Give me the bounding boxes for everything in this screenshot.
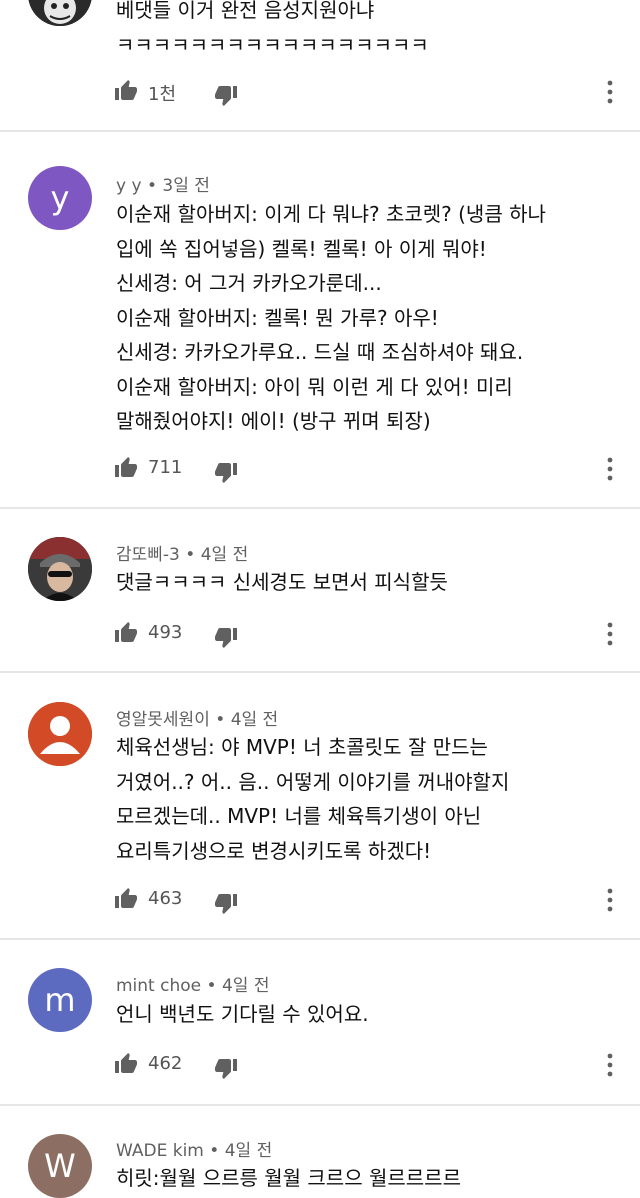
like-button[interactable] [114,456,138,480]
meta-separator: • [215,710,226,730]
more-vertical-icon [607,888,613,912]
comment-text: 히릿:월월 으르릉 월월 크르으 월르르르르 [116,1161,616,1196]
comment-time: 4일 전 [224,1141,273,1161]
comment-line: 베댓들 이거 완전 음성지원아냐 [116,0,375,22]
comment-text: 언니 백년도 기다릴 수 있어요. [116,997,616,1032]
comment-line: 신세경: 카카오가루요.. 드실 때 조심하셔야 돼요. [116,340,524,364]
comment-meta: 감또삐-3 • 4일 전 [116,540,248,565]
dislike-button[interactable] [214,891,238,915]
like-button[interactable] [114,887,138,911]
thumbs-up-icon [115,622,137,642]
comment-meta: WADE kim • 4일 전 [116,1136,272,1161]
comment-line: 모르겠는데.. MVP! 너를 체육특기생이 아닌 [116,804,482,828]
comment-actions: 493 [0,619,640,649]
like-count: 463 [148,888,183,909]
avatar[interactable]: m [28,968,92,1032]
thumbs-up-icon [115,1053,137,1073]
avatar[interactable] [28,702,92,766]
more-vertical-icon [607,80,613,104]
comment-text: 이순재 할아버지: 이게 다 뭐냐? 초코렛? (냉큼 하나 입에 쏙 집어넣음… [116,197,616,439]
default-user-icon [28,702,92,766]
comment-line: 댓글ㅋㅋㅋㅋ 신세경도 보면서 피식할듯 [116,570,448,594]
comment-line: 언니 백년도 기다릴 수 있어요. [116,1002,369,1026]
comment-line: 히릿:월월 으르릉 월월 크르으 월르르르르 [116,1166,461,1190]
like-count: 462 [148,1053,183,1074]
thumbs-up-icon [115,457,137,477]
author-name[interactable]: y y [116,176,142,196]
divider [0,507,640,509]
dislike-button[interactable] [214,83,238,107]
more-vertical-icon [607,622,613,646]
comment-meta: 영알못세원이 • 4일 전 [116,705,278,730]
dislike-button[interactable] [214,625,238,649]
dislike-button[interactable] [214,460,238,484]
comment-meta: mint choe • 4일 전 [116,971,269,996]
comment-actions: 1천 [0,77,640,107]
like-button[interactable] [114,621,138,645]
divider [0,671,640,673]
avatar-letter: W [44,1147,76,1185]
thumbs-down-icon [215,1059,237,1079]
avatar-photo-icon [28,0,92,26]
author-name[interactable]: 영알못세원이 [116,710,210,730]
more-options-button[interactable] [598,456,622,482]
avatar[interactable]: W [28,1134,92,1198]
comment-line: ㅋㅋㅋㅋㅋㅋㅋㅋㅋㅋㅋㅋㅋㅋㅋㅋㅋ [116,32,429,57]
comment-text: 베댓들 이거 완전 음성지원아냐 ㅋㅋㅋㅋㅋㅋㅋㅋㅋㅋㅋㅋㅋㅋㅋㅋㅋ [116,0,616,62]
comment-time: 3일 전 [162,176,210,196]
comment-line: 요리특기생으로 변경시키도록 하겠다! [116,838,432,863]
avatar[interactable] [28,537,92,601]
comment-line: 이순재 할아버지: 아이 뭐 이런 게 다 있어! 미리 [116,374,513,399]
thumbs-down-icon [215,628,237,648]
thumbs-down-icon [215,86,237,106]
avatar-letter: y [50,179,70,217]
comment-text: 댓글ㅋㅋㅋㅋ 신세경도 보면서 피식할듯 [116,565,616,600]
meta-separator: • [206,976,217,996]
author-name[interactable]: WADE kim [116,1141,204,1161]
more-vertical-icon [607,1053,613,1077]
comment-actions: 463 [0,885,640,915]
more-options-button[interactable] [598,887,622,913]
avatar[interactable]: y [28,166,92,230]
more-options-button[interactable] [598,621,622,647]
comment-text: 체육선생님: 야 MVP! 너 초콜릿도 잘 만드는 거였어..? 어.. 음.… [116,730,616,868]
comment-time: 4일 전 [230,710,279,730]
comment-line: 이순재 할아버지: 켈록! 뭔 가루? 아우! [116,305,439,330]
comment-line: 거였어..? 어.. 음.. 어떻게 이야기를 꺼내야할지 [116,769,510,794]
comment-line: 신세경: 어 그거 카카오가룬데... [116,271,382,295]
comment-actions: 711 [0,454,640,484]
avatar-photo-icon [28,537,92,601]
thumbs-up-icon [115,888,137,908]
comment-time: 4일 전 [200,545,249,565]
thumbs-down-icon [215,894,237,914]
like-button[interactable] [114,79,138,103]
more-options-button[interactable] [598,1052,622,1078]
divider [0,1104,640,1106]
more-options-button[interactable] [598,79,622,105]
meta-separator: • [185,545,196,565]
comment-line: 이순재 할아버지: 이게 다 뭐냐? 초코렛? (냉큼 하나 [116,202,546,226]
meta-separator: • [209,1141,220,1161]
like-count: 493 [148,622,183,643]
author-name[interactable]: mint choe [116,976,201,996]
avatar-letter: m [44,981,76,1019]
comment-line: 입에 쏙 집어넣음) 켈록! 켈록! 아 이게 뭐야! [116,236,487,261]
divider [0,130,640,132]
comment-meta: y y • 3일 전 [116,171,210,196]
comment-time: 4일 전 [221,976,270,996]
like-count: 1천 [148,84,177,105]
comment-line: 체육선생님: 야 MVP! 너 초콜릿도 잘 만드는 [116,735,488,759]
like-count: 711 [148,457,183,478]
thumbs-down-icon [215,463,237,483]
more-vertical-icon [607,457,613,481]
meta-separator: • [146,176,157,196]
like-button[interactable] [114,1052,138,1076]
comment-actions: 462 [0,1050,640,1080]
author-name[interactable]: 감또삐-3 [116,545,180,565]
comment-line: 말해줬어야지! 에이! (방구 뀌며 퇴장) [116,409,431,433]
avatar[interactable] [28,0,92,26]
dislike-button[interactable] [214,1056,238,1080]
divider [0,938,640,940]
thumbs-up-icon [115,80,137,100]
